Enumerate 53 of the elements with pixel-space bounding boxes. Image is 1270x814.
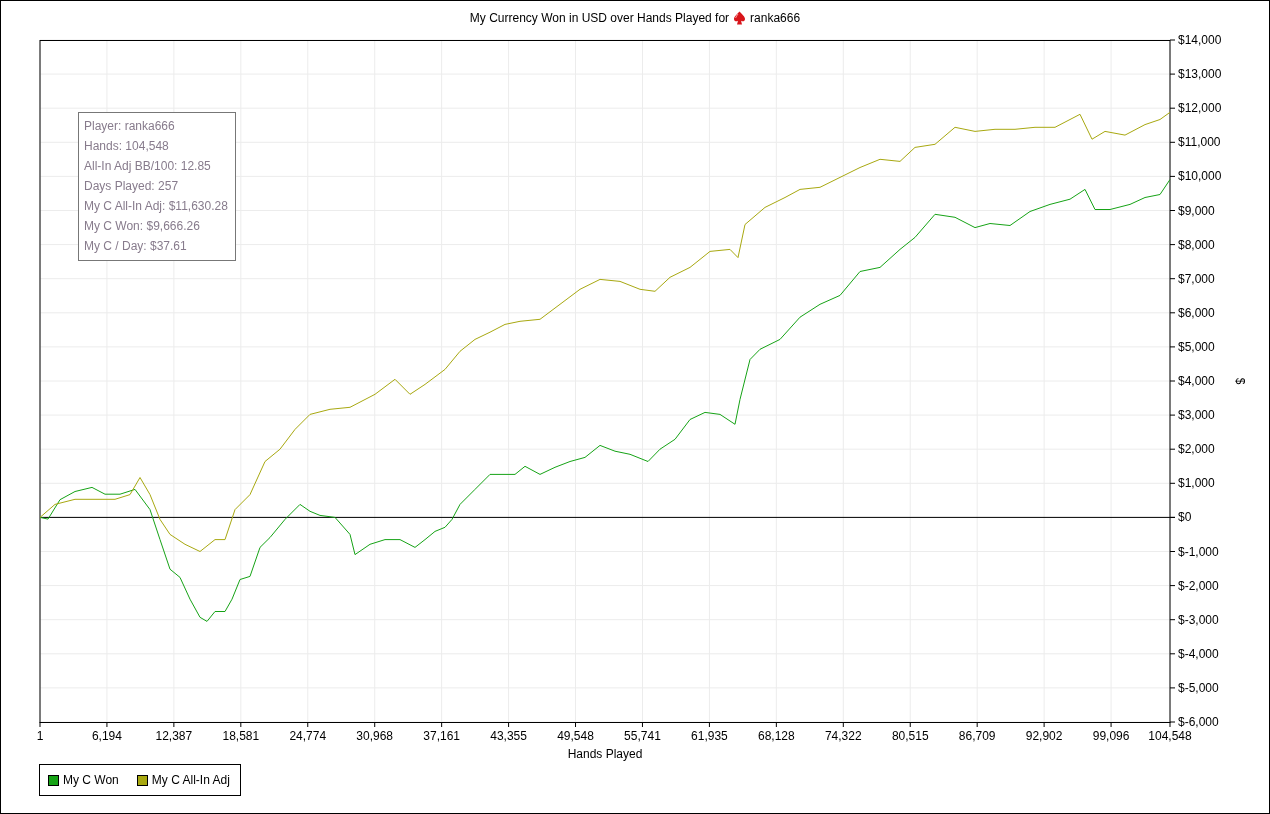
x-tick-label: 55,741 <box>624 729 661 743</box>
stats-line: Player: ranka666 <box>84 118 176 135</box>
x-tick-label: 92,902 <box>1025 729 1063 743</box>
stats-line: Days Played: 257 <box>84 178 180 195</box>
y-axis-title: $ <box>1233 377 1247 385</box>
y-tick-label: $7,000 <box>1178 271 1215 286</box>
legend-label: My C Won <box>63 773 119 787</box>
stats-line: All-In Adj BB/100: 12.85 <box>84 158 212 175</box>
x-tick-label: 18,581 <box>222 729 260 743</box>
y-tick-label: $5,000 <box>1178 339 1215 354</box>
x-tick-label: 43,355 <box>490 729 527 743</box>
y-tick-label: $-5,000 <box>1178 680 1219 695</box>
x-tick-label: 12,387 <box>155 729 193 743</box>
x-tick-label: 6,194 <box>91 729 122 743</box>
x-axis-title: Hands Played <box>567 747 643 761</box>
y-tick-label: $10,000 <box>1178 169 1222 184</box>
y-tick-label: $0 <box>1178 510 1192 525</box>
y-tick-label: $3,000 <box>1178 408 1215 423</box>
player-name: ranka666 <box>750 10 801 25</box>
y-tick-label: $-4,000 <box>1178 646 1219 661</box>
x-tick-label: 49,548 <box>557 729 594 743</box>
y-tick-label: $-1,000 <box>1178 544 1219 559</box>
stats-line: My C All-In Adj: $11,630.28 <box>84 198 229 215</box>
stats-line: Hands: 104,548 <box>84 138 170 155</box>
x-tick-label: 1 <box>36 729 44 743</box>
x-tick-label: 86,709 <box>958 729 996 743</box>
y-tick-label: $9,000 <box>1178 203 1215 218</box>
chart-title: My Currency Won in USD over Hands Played for <box>469 10 730 25</box>
x-tick-label: 30,968 <box>356 729 394 743</box>
stats-line: My C Won: $9,666.26 <box>84 218 201 235</box>
y-tick-label: $2,000 <box>1178 442 1215 457</box>
y-tick-label: $1,000 <box>1178 476 1215 491</box>
x-tick-label: 61,935 <box>691 729 728 743</box>
spade-icon <box>733 10 747 25</box>
legend-label: My C All-In Adj <box>151 773 230 787</box>
y-tick-label: $-2,000 <box>1178 578 1219 593</box>
y-tick-label: $-3,000 <box>1178 612 1219 627</box>
y-tick-label: $6,000 <box>1178 305 1215 320</box>
y-tick-label: $14,000 <box>1178 34 1222 47</box>
y-tick-label: $12,000 <box>1178 101 1222 116</box>
y-tick-label: $11,000 <box>1178 135 1221 150</box>
x-tick-label: 24,774 <box>289 729 327 743</box>
x-tick-label: 68,128 <box>758 729 795 743</box>
y-tick-label: $8,000 <box>1178 237 1215 252</box>
x-tick-label: 99,096 <box>1092 729 1130 743</box>
stats-line: My C / Day: $37.61 <box>84 238 188 255</box>
x-tick-label: 74,322 <box>824 729 862 743</box>
y-tick-label: $4,000 <box>1178 374 1215 388</box>
x-tick-label: 80,515 <box>891 729 929 743</box>
x-tick-label: 37,161 <box>423 729 460 743</box>
y-tick-label: $-6,000 <box>1178 715 1219 729</box>
x-tick-label: 104,548 <box>1148 729 1192 743</box>
y-tick-label: $13,000 <box>1178 67 1222 82</box>
